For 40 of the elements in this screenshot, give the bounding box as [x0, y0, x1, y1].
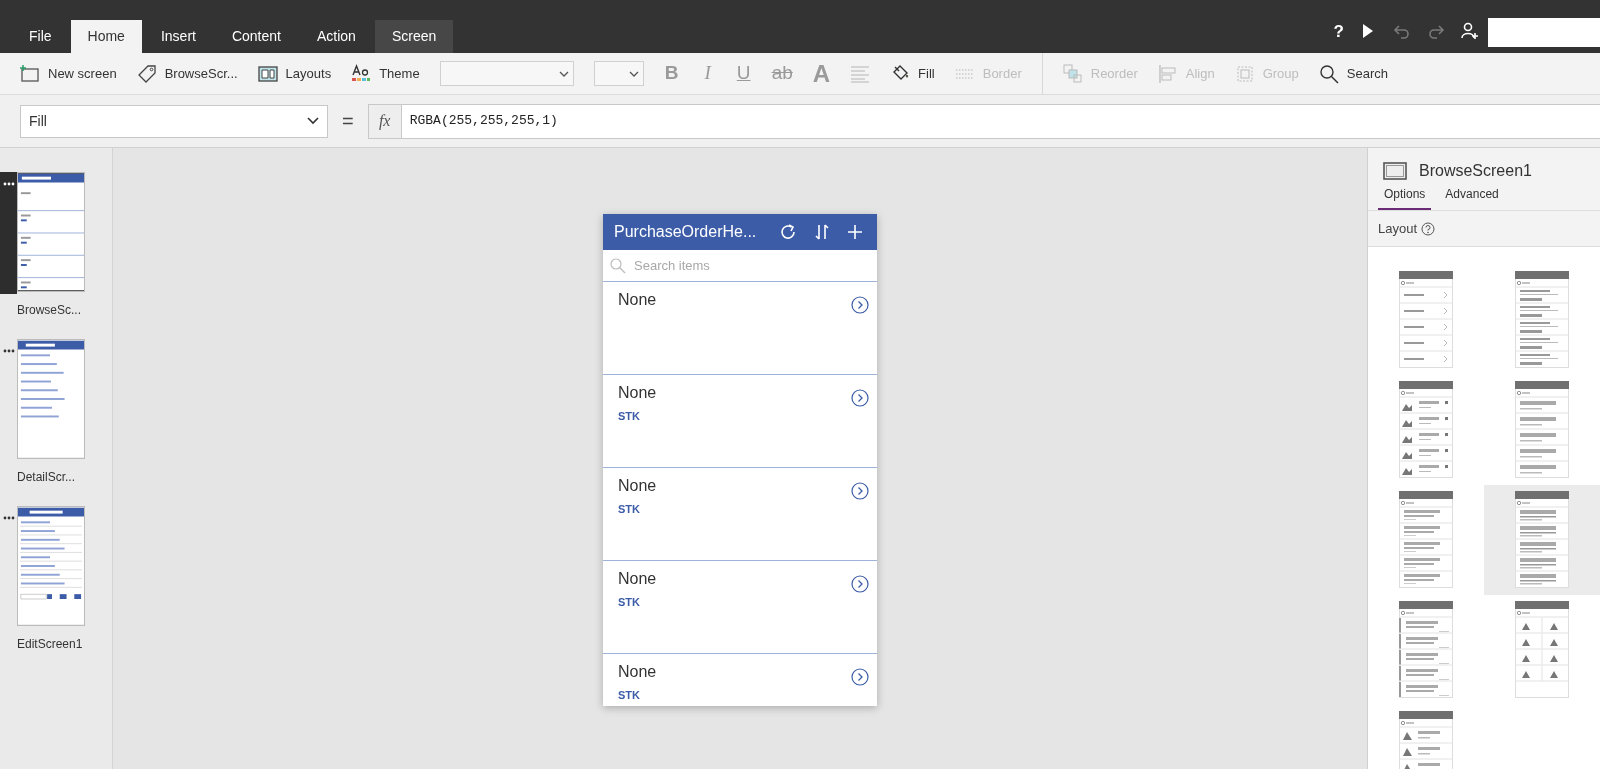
list-item[interactable]: None STK [603, 375, 877, 468]
help-button[interactable]: ? [1333, 18, 1344, 44]
search-field[interactable]: Search items [634, 250, 864, 281]
item-title: None [618, 383, 657, 403]
item-title: None [618, 569, 657, 589]
ribbon-button[interactable]: Fill [890, 63, 935, 84]
item-subtitle: STK [618, 595, 641, 610]
menu-tab[interactable]: Screen [374, 20, 454, 53]
menu-tab[interactable]: Insert [143, 20, 213, 53]
menu-tab[interactable]: Home [70, 20, 142, 53]
ribbon-button[interactable]: BrowseScr... [136, 63, 238, 84]
ribbon-button[interactable]: New screen [20, 63, 117, 84]
item-title: None [618, 290, 657, 310]
item-title: None [618, 662, 657, 682]
fx-button[interactable]: fx [367, 103, 402, 139]
panel-tab[interactable]: Advanced [1439, 185, 1505, 210]
screen-title: BrowseScreen1 [1419, 161, 1532, 181]
item-subtitle: STK [618, 409, 641, 424]
item-title: None [618, 476, 657, 496]
list-item[interactable]: None [603, 282, 877, 375]
section-label: Layout [1378, 219, 1418, 238]
list-item[interactable]: None STK [603, 468, 877, 561]
menu-tab[interactable]: Action [300, 20, 373, 53]
property-dropdown[interactable]: Fill [20, 104, 328, 138]
item-subtitle: STK [618, 502, 641, 517]
ribbon-button[interactable]: Search [1318, 63, 1388, 84]
list-item[interactable]: None STK [603, 561, 877, 654]
list-item[interactable]: None STK [603, 654, 877, 706]
ribbon-button[interactable]: Layouts [257, 63, 332, 84]
ribbon-button[interactable]: Theme [351, 63, 420, 84]
screen-name[interactable]: DetailScr... [0, 461, 112, 486]
screen-name[interactable]: BrowseSc... [0, 294, 112, 319]
menu-tab[interactable]: File [12, 20, 69, 53]
panel-tab[interactable]: Options [1378, 185, 1432, 210]
app-title: PurchaseOrderHe... [614, 222, 758, 242]
menu-tab[interactable]: Content [214, 20, 298, 53]
screen-name[interactable]: EditScreen1 [0, 628, 112, 653]
equals-sign: = [341, 109, 355, 134]
formula-field[interactable]: RGBA(255,255,255,1) [401, 103, 1600, 139]
item-subtitle: STK [618, 688, 641, 703]
